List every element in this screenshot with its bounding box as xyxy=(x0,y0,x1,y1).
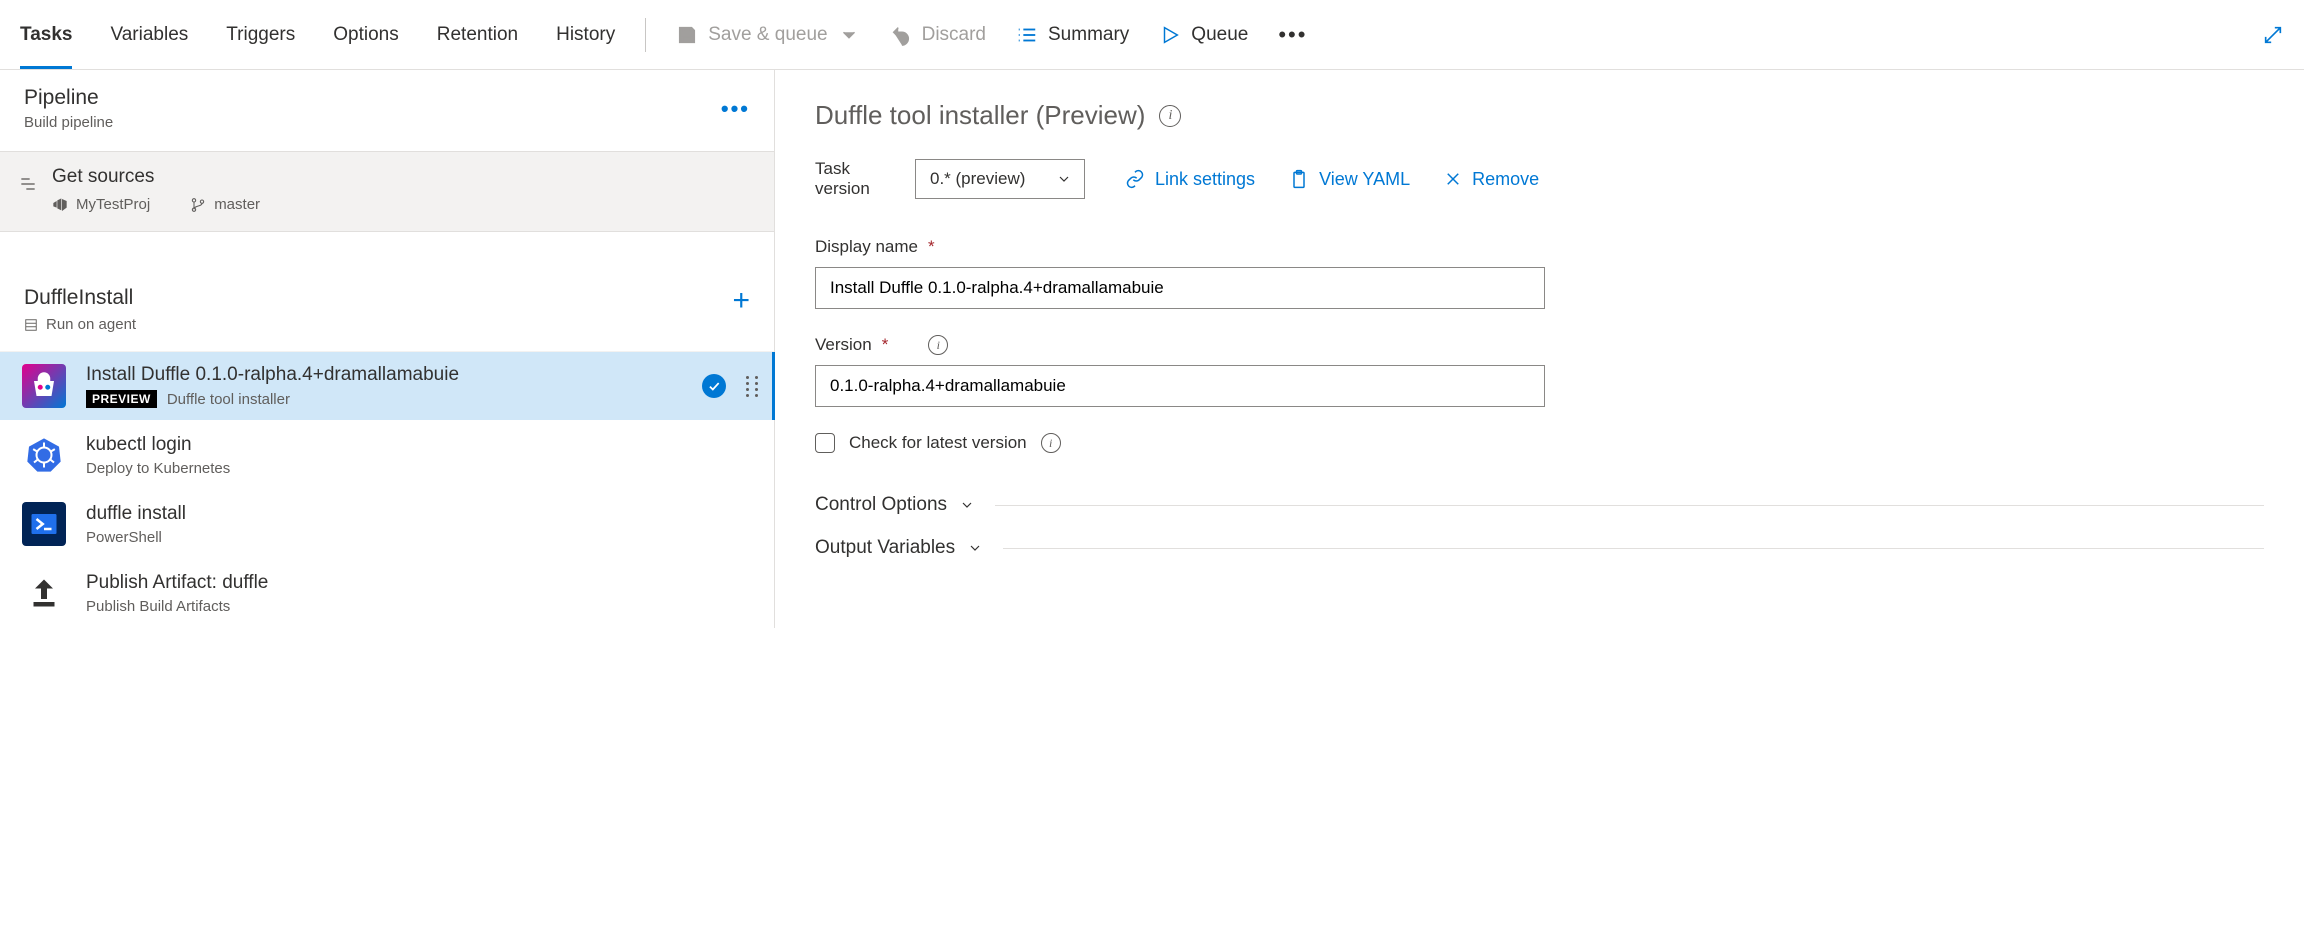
discard-button[interactable]: Discard xyxy=(890,24,986,46)
powershell-task-icon xyxy=(22,502,66,546)
kubernetes-task-icon xyxy=(22,433,66,477)
task-title: Publish Artifact: duffle xyxy=(86,572,760,594)
info-icon[interactable]: i xyxy=(1159,105,1181,127)
task-title: Install Duffle 0.1.0-ralpha.4+dramallama… xyxy=(86,364,682,386)
task-row[interactable]: Install Duffle 0.1.0-ralpha.4+dramallama… xyxy=(0,352,774,421)
link-settings-button[interactable]: Link settings xyxy=(1125,169,1255,190)
summary-button[interactable]: Summary xyxy=(1016,24,1129,46)
repo-name: MyTestProj xyxy=(52,196,150,213)
save-and-queue-button[interactable]: Save & queue xyxy=(676,24,859,46)
display-name-input[interactable] xyxy=(815,267,1545,309)
task-status-ok-icon xyxy=(702,374,726,398)
required-indicator: * xyxy=(882,335,889,355)
drag-handle[interactable] xyxy=(746,376,760,397)
tab-options[interactable]: Options xyxy=(333,0,398,69)
control-options-section[interactable]: Control Options xyxy=(815,483,2264,526)
pipeline-subtitle: Build pipeline xyxy=(24,114,721,131)
add-task-button[interactable]: + xyxy=(732,286,750,316)
branch-name: master xyxy=(190,196,260,213)
info-icon[interactable]: i xyxy=(928,335,948,355)
top-toolbar: Tasks Variables Triggers Options Retenti… xyxy=(0,0,2304,70)
chevron-down-icon xyxy=(838,24,860,46)
check-latest-version-label: Check for latest version xyxy=(849,433,1027,453)
task-subtitle: Publish Build Artifacts xyxy=(86,598,230,615)
task-subtitle: Deploy to Kubernetes xyxy=(86,460,230,477)
sources-icon xyxy=(18,174,38,213)
job-title: DuffleInstall xyxy=(24,286,732,310)
task-row[interactable]: duffle install PowerShell xyxy=(0,490,774,559)
task-title: kubectl login xyxy=(86,434,760,456)
get-sources-row[interactable]: Get sources MyTestProj master xyxy=(0,152,774,232)
task-subtitle: Duffle tool installer xyxy=(167,391,290,408)
task-version-label: Task version xyxy=(815,159,895,199)
check-latest-version-checkbox[interactable] xyxy=(815,433,835,453)
version-input[interactable] xyxy=(815,365,1545,407)
tab-history[interactable]: History xyxy=(556,0,615,69)
pipeline-header[interactable]: Pipeline Build pipeline ••• xyxy=(0,70,774,152)
version-label: Version xyxy=(815,335,872,355)
task-details-panel: Duffle tool installer (Preview) i Task v… xyxy=(775,70,2304,628)
link-icon xyxy=(1125,169,1145,189)
preview-badge: PREVIEW xyxy=(86,390,157,408)
display-name-label: Display name xyxy=(815,237,918,257)
pipeline-more-button[interactable]: ••• xyxy=(721,96,750,122)
agent-icon xyxy=(24,318,38,332)
job-row[interactable]: DuffleInstall Run on agent + xyxy=(0,262,774,352)
pipeline-tree: Pipeline Build pipeline ••• Get sources … xyxy=(0,70,775,628)
branch-icon xyxy=(190,197,206,213)
get-sources-title: Get sources xyxy=(52,166,260,188)
azure-devops-icon xyxy=(52,197,68,213)
close-icon xyxy=(1444,170,1462,188)
clipboard-icon xyxy=(1289,169,1309,189)
task-version-select[interactable]: 0.* (preview) xyxy=(915,159,1085,199)
chevron-down-icon xyxy=(967,540,983,556)
ellipsis-icon: ••• xyxy=(1278,22,1307,48)
task-row[interactable]: Publish Artifact: duffle Publish Build A… xyxy=(0,559,774,628)
save-icon xyxy=(676,24,698,46)
duffle-task-icon xyxy=(22,364,66,408)
task-row[interactable]: kubectl login Deploy to Kubernetes xyxy=(0,421,774,490)
queue-button[interactable]: Queue xyxy=(1159,24,1248,46)
chevron-down-icon xyxy=(959,497,975,513)
task-title: duffle install xyxy=(86,503,760,525)
tab-triggers[interactable]: Triggers xyxy=(226,0,295,69)
required-indicator: * xyxy=(928,237,935,257)
pipeline-title: Pipeline xyxy=(24,86,721,110)
chevron-down-icon xyxy=(1056,171,1072,187)
output-variables-section[interactable]: Output Variables xyxy=(815,526,2264,569)
remove-button[interactable]: Remove xyxy=(1444,169,1539,190)
view-yaml-button[interactable]: View YAML xyxy=(1289,169,1410,190)
task-subtitle: PowerShell xyxy=(86,529,162,546)
more-button[interactable]: ••• xyxy=(1278,22,1307,48)
job-subtitle: Run on agent xyxy=(24,316,732,333)
undo-icon xyxy=(890,24,912,46)
panel-title: Duffle tool installer (Preview) xyxy=(815,100,1145,131)
tab-variables[interactable]: Variables xyxy=(110,0,188,69)
tab-tasks[interactable]: Tasks xyxy=(20,0,72,69)
list-icon xyxy=(1016,24,1038,46)
publish-artifact-task-icon xyxy=(22,571,66,615)
fullscreen-button[interactable] xyxy=(2262,24,2284,46)
tab-retention[interactable]: Retention xyxy=(437,0,518,69)
info-icon[interactable]: i xyxy=(1041,433,1061,453)
play-icon xyxy=(1159,24,1181,46)
expand-icon xyxy=(2262,24,2284,46)
